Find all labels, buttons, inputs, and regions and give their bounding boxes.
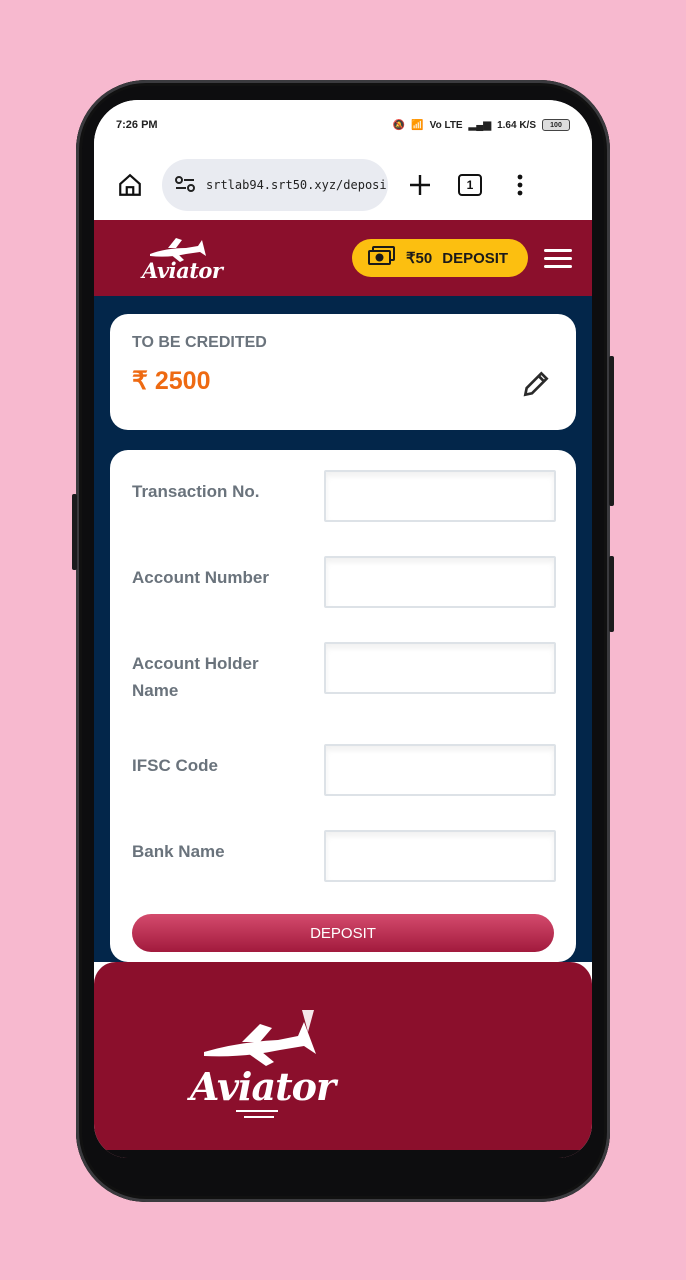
header-deposit-button[interactable]: ₹50 DEPOSIT — [352, 239, 528, 277]
ifsc-label: IFSC Code — [132, 756, 218, 775]
network-label: Vo LTE — [429, 119, 463, 131]
footer-plane-icon — [204, 1010, 316, 1066]
logo-text: Aviator — [142, 258, 223, 283]
credit-label: TO BE CREDITED — [132, 334, 267, 351]
status-bar: 7:26 PM 🔕 📶 Vo LTE ▂▄▆ 1.64 K/S 100 — [94, 100, 592, 150]
submit-deposit-button[interactable]: DEPOSIT — [132, 914, 554, 952]
form-row-bank-name: Bank Name — [132, 830, 556, 882]
power-button — [609, 356, 614, 506]
aviator-logo[interactable]: Aviator — [142, 230, 223, 286]
home-icon[interactable] — [112, 167, 148, 203]
ifsc-input[interactable] — [324, 744, 556, 796]
footer: Aviator — [94, 962, 592, 1158]
bank-name-input[interactable] — [324, 830, 556, 882]
hamburger-menu-icon[interactable] — [544, 248, 572, 268]
bottom-bezel — [94, 1150, 592, 1158]
volume-button — [72, 494, 77, 570]
deposit-content: TO BE CREDITED ₹ 2500 Transaction No. Ac… — [94, 296, 592, 962]
credit-amount: ₹ 2500 — [132, 367, 211, 395]
side-button — [609, 556, 614, 632]
logo-underline — [236, 1110, 278, 1112]
account-holder-label: Account Holder Name — [132, 654, 259, 700]
more-menu-icon[interactable] — [502, 167, 538, 203]
phone-screen: 7:26 PM 🔕 📶 Vo LTE ▂▄▆ 1.64 K/S 100 srtl… — [94, 100, 592, 1158]
header-deposit-label: DEPOSIT — [442, 249, 509, 267]
mute-icon: 🔕 — [392, 119, 406, 131]
cash-icon — [368, 246, 396, 270]
url-text: srtlab94.srt50.xyz/deposi — [206, 178, 387, 192]
browser-toolbar: srtlab94.srt50.xyz/deposi 1 — [94, 150, 592, 220]
new-tab-icon[interactable] — [402, 167, 438, 203]
speed-label: 1.64 K/S — [497, 119, 536, 131]
account-holder-input[interactable] — [324, 642, 556, 694]
pencil-icon[interactable] — [520, 368, 552, 400]
transaction-input[interactable] — [324, 470, 556, 522]
form-row-transaction: Transaction No. — [132, 470, 556, 522]
bank-details-form: Transaction No. Account Number Account H… — [110, 450, 576, 962]
form-row-account-holder: Account Holder Name — [132, 642, 556, 704]
tab-switcher-button[interactable]: 1 — [452, 167, 488, 203]
signal-icon: ▂▄▆ — [468, 119, 492, 131]
bank-name-label: Bank Name — [132, 842, 225, 861]
account-number-input[interactable] — [324, 556, 556, 608]
tab-count: 1 — [458, 174, 482, 196]
status-time: 7:26 PM — [116, 119, 158, 131]
wifi-icon: 📶 — [411, 119, 424, 131]
status-icons: 🔕 📶 Vo LTE ▂▄▆ 1.64 K/S 100 — [393, 119, 570, 131]
site-settings-icon[interactable] — [174, 175, 196, 196]
url-bar[interactable]: srtlab94.srt50.xyz/deposi — [162, 159, 388, 211]
form-row-account-number: Account Number — [132, 556, 556, 608]
footer-logo-text: Aviator — [190, 1064, 336, 1109]
account-number-label: Account Number — [132, 568, 269, 587]
credit-card: TO BE CREDITED ₹ 2500 — [110, 314, 576, 430]
balance-amount: ₹50 — [406, 250, 433, 267]
transaction-label: Transaction No. — [132, 482, 260, 501]
app-header: Aviator ₹50 DEPOSIT — [94, 220, 592, 296]
form-row-ifsc: IFSC Code — [132, 744, 556, 796]
logo-underline-2 — [244, 1116, 274, 1118]
footer-aviator-logo: Aviator — [190, 1002, 340, 1122]
battery-icon: 100 — [542, 119, 570, 131]
